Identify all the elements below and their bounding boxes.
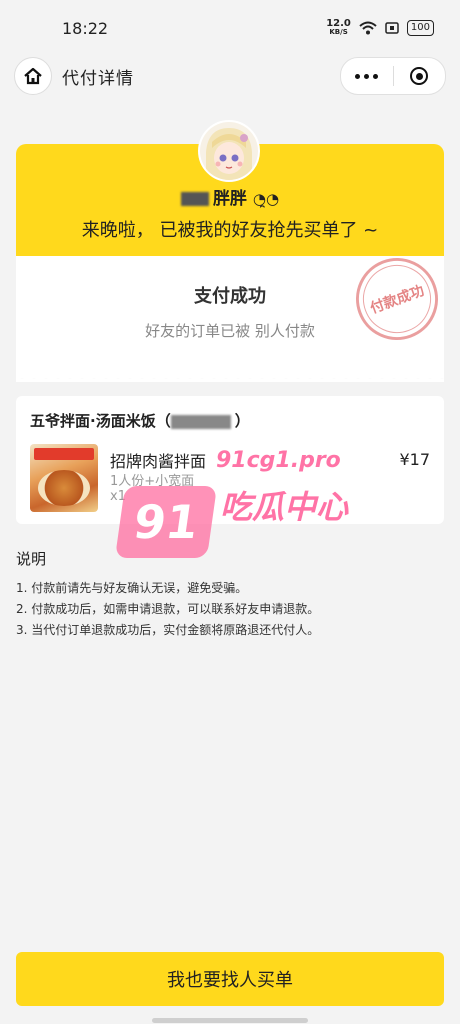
battery-indicator: 100 xyxy=(406,20,434,36)
request-payment-button[interactable]: 我也要找人买单 xyxy=(16,952,444,1006)
emoji-icon: ◔̯◔ xyxy=(252,190,280,208)
wifi-icon xyxy=(359,21,377,35)
redacted-name xyxy=(180,192,209,206)
food-image xyxy=(30,444,98,512)
status-icons: 12.0 KB/S 100 xyxy=(326,19,434,37)
mini-program-capsule xyxy=(340,57,446,95)
item-price: ¥17 xyxy=(399,450,430,469)
close-circle-icon xyxy=(410,67,429,85)
network-speed: 12.0 KB/S xyxy=(326,18,351,37)
description-item: 3. 当代付订单退款成功后，实付金额将原路退还代付人。 xyxy=(16,623,320,637)
friend-avatar xyxy=(198,120,260,182)
nav-bar: 代付详情 xyxy=(0,56,460,96)
status-time: 18:22 xyxy=(62,18,109,38)
more-icon xyxy=(355,73,379,79)
item-spec: 1人份+小宽面 xyxy=(110,474,195,489)
redacted-shop xyxy=(170,414,231,429)
page-title: 代付详情 xyxy=(62,68,134,89)
item-name: 招牌肉酱拌面 xyxy=(110,452,207,471)
description-list: 1. 付款前请先与好友确认无误，避免受骗。 2. 付款成功后，如需申请退款，可以… xyxy=(16,578,319,641)
shop-name-close: ） xyxy=(234,412,250,430)
home-button[interactable] xyxy=(14,57,52,95)
home-indicator xyxy=(152,1018,308,1023)
home-icon xyxy=(24,67,42,85)
description-title: 说明 xyxy=(16,550,47,568)
description-item: 2. 付款成功后，如需申请退款，可以联系好友申请退款。 xyxy=(16,602,320,616)
friend-nickname: 胖胖 ◔̯◔ xyxy=(16,184,444,209)
order-card[interactable]: 五爷拌面·汤面米饭（） 招牌肉酱拌面 1人份+小宽面 x1 ¥17 xyxy=(16,396,444,524)
payment-status-section: 支付成功 好友的订单已被 别人付款 付款成功 xyxy=(16,246,450,378)
description-item: 1. 付款前请先与好友确认无误，避免受骗。 xyxy=(16,581,248,595)
shop-name: 五爷拌面·汤面米饭（） xyxy=(30,412,250,430)
item-quantity: x1 xyxy=(110,489,126,504)
more-button[interactable] xyxy=(341,58,393,94)
status-bar: 18:22 12.0 KB/S 100 xyxy=(0,0,460,56)
close-mini-program-button[interactable] xyxy=(394,58,446,94)
anime-avatar-image xyxy=(200,122,258,180)
ticket-edge xyxy=(16,374,444,382)
sim-icon xyxy=(385,22,399,34)
late-message: 来晚啦， 已被我的好友抢先买单了 ~ xyxy=(81,220,379,241)
